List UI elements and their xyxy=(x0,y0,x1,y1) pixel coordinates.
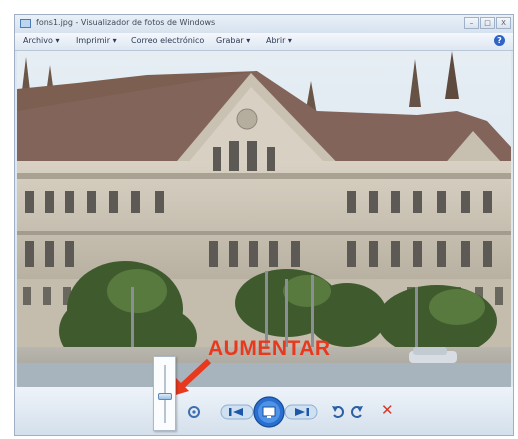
next-icon[interactable] xyxy=(284,402,318,422)
zoom-slider-thumb[interactable] xyxy=(158,393,172,401)
bottom-toolbar: ✕ xyxy=(15,387,513,435)
menu-print[interactable]: Imprimir ▾ xyxy=(76,36,117,45)
close-button[interactable]: X xyxy=(496,17,511,29)
help-icon[interactable]: ? xyxy=(494,35,505,46)
menu-burn[interactable]: Grabar ▾ xyxy=(216,36,250,45)
menu-file[interactable]: Archivo ▾ xyxy=(23,36,59,45)
menu-bar: Archivo ▾ Imprimir ▾ Correo electrónico … xyxy=(15,33,513,51)
maximize-button[interactable]: □ xyxy=(480,17,495,29)
window-controls: – □ X xyxy=(464,17,511,29)
rotate-clockwise-icon[interactable] xyxy=(349,404,365,420)
window-title: fons1.jpg - Visualizador de fotos de Win… xyxy=(36,18,216,27)
slideshow-icon[interactable] xyxy=(253,396,285,428)
delete-icon[interactable]: ✕ xyxy=(381,401,394,419)
photo-viewer-window: fons1.jpg - Visualizador de fotos de Win… xyxy=(14,14,514,436)
previous-icon[interactable] xyxy=(220,402,254,422)
annotation-label: AUMENTAR xyxy=(208,337,331,360)
menu-email[interactable]: Correo electrónico xyxy=(131,36,204,45)
app-icon xyxy=(20,19,31,28)
actual-size-icon[interactable] xyxy=(187,405,201,419)
zoom-slider-popup xyxy=(153,356,176,431)
rotate-counterclockwise-icon[interactable] xyxy=(330,404,346,420)
minimize-button[interactable]: – xyxy=(464,17,479,29)
title-bar: fons1.jpg - Visualizador de fotos de Win… xyxy=(15,15,513,33)
menu-open[interactable]: Abrir ▾ xyxy=(266,36,292,45)
